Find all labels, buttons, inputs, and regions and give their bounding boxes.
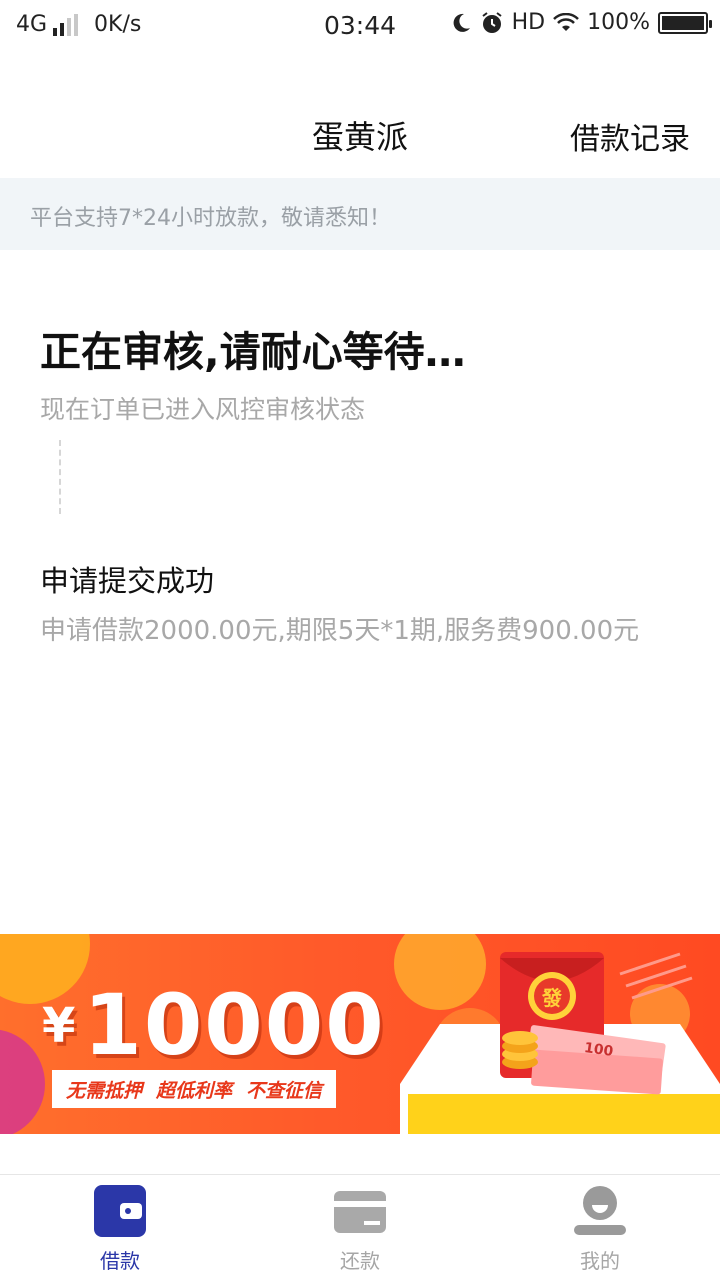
moon-icon [453,13,470,32]
review-status-subtitle: 现在订单已进入风控审核状态 [40,395,366,424]
banner-tag: 超低利率 [156,1079,233,1102]
tab-label: 还款 [340,1249,380,1273]
envelope-char: 發 [542,986,562,1010]
promo-banner[interactable]: ¥10000 无需抵押 超低利率 不查征信 發 100 [0,934,720,1134]
notice-text: 平台支持7*24小时放款，敬请悉知！ [30,206,391,231]
card-icon [334,1191,386,1233]
battery-percent: 100% [587,10,650,35]
step-title: 申请提交成功 [40,564,215,598]
tab-label: 借款 [100,1249,140,1273]
tab-mine[interactable]: 我的 [480,1175,720,1280]
status-right: HD 100% [450,10,712,35]
step-description: 申请借款2000.00元,期限5天*1期,服务费900.00元 [40,616,640,646]
hd-indicator: HD [511,10,546,35]
loan-records-link[interactable]: 借款记录 [570,114,690,158]
banner-tag: 不查征信 [246,1079,323,1102]
banner-tags: 无需抵押 超低利率 不查征信 [52,1070,337,1108]
battery-icon [658,11,712,34]
status-bar: 4G 0K/s 03:44 HD 100% [0,0,720,52]
review-status-title: 正在审核,请耐心等待… [40,328,466,376]
wifi-icon [553,12,579,31]
tab-label: 我的 [580,1249,620,1273]
tab-borrow[interactable]: 借款 [0,1175,240,1280]
user-icon [574,1186,626,1235]
banner-tag: 无需抵押 [66,1079,143,1102]
tab-repay[interactable]: 还款 [240,1175,480,1280]
notice-bar: 平台支持7*24小时放款，敬请悉知！ [0,178,720,250]
bottom-tab-bar: 借款 还款 我的 [0,1174,720,1280]
timeline-connector [59,440,61,514]
nav-header: 蛋黄派 借款记录 [0,88,720,176]
alarm-icon [482,11,502,33]
wallet-icon [94,1185,146,1237]
banner-amount: ¥10000 [42,976,386,1074]
